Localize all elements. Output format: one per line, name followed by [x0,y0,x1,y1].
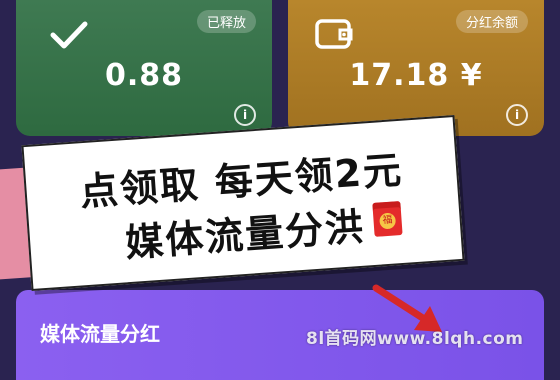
red-envelope-icon: 福 [372,201,403,237]
dividend-badge: 分红余额 [455,10,528,33]
info-icon[interactable]: i [506,104,528,126]
wallet-icon [315,19,353,49]
media-dividend-title: 媒体流量分红 [40,322,160,346]
released-card[interactable]: 已释放 0.88 i [16,0,272,136]
fu-label: 福 [379,212,397,230]
info-icon[interactable]: i [234,104,256,126]
dividend-value: 17.18 ¥ [349,58,483,93]
released-badge: 已释放 [196,10,256,33]
watermark-text: 8l首码网www.8lqh.com [306,329,524,349]
promo-banner[interactable]: 点领取 每天领2元 媒体流量分洪 福 [21,115,465,291]
released-value: 0.88 [104,58,184,93]
dividend-card[interactable]: 分红余额 17.18 ¥ i [288,0,544,136]
check-icon [50,21,88,49]
